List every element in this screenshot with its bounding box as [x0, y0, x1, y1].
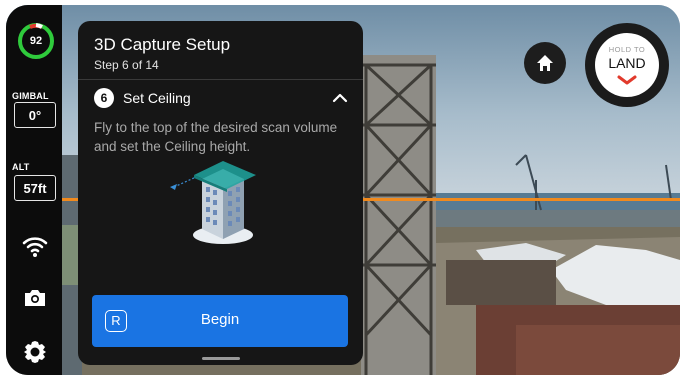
left-rail: 92 GIMBAL 0° ALT 57ft [6, 5, 62, 375]
step-title: Set Ceiling [123, 90, 191, 106]
divider [78, 79, 363, 80]
drone-ui-screen: 92 GIMBAL 0° ALT 57ft 3D Capture Setup S… [6, 5, 680, 375]
gimbal-label: GIMBAL [12, 91, 49, 101]
land-label: LAND [608, 55, 646, 71]
battery-indicator: 92 [16, 21, 56, 61]
capture-setup-panel: 3D Capture Setup Step 6 of 14 6 Set Ceil… [78, 21, 363, 365]
step-description: Fly to the top of the desired scan volum… [94, 120, 338, 154]
land-inner: HOLD TO LAND [595, 33, 659, 97]
begin-label: Begin [200, 311, 240, 328]
building-ceiling-icon [170, 161, 256, 244]
step-progress: Step 6 of 14 [94, 58, 159, 72]
gear-icon[interactable] [22, 339, 48, 365]
camera-icon[interactable] [22, 285, 48, 311]
gimbal-value[interactable]: 0° [14, 102, 56, 128]
alt-value[interactable]: 57ft [14, 175, 56, 201]
chevron-down-icon [617, 75, 637, 85]
alt-label: ALT [12, 162, 30, 172]
panel-title: 3D Capture Setup [94, 35, 231, 54]
home-button[interactable] [524, 42, 566, 84]
panel-drag-handle[interactable] [202, 357, 240, 360]
chevron-up-icon[interactable] [331, 91, 349, 105]
hold-to-label: HOLD TO [608, 45, 646, 54]
wifi-icon[interactable] [22, 233, 48, 259]
hold-to-land-button[interactable]: HOLD TO LAND [585, 23, 669, 107]
step-number-badge: 6 [94, 88, 114, 108]
home-icon [537, 55, 553, 71]
battery-percent: 92 [29, 35, 43, 47]
begin-button[interactable]: R Begin [92, 295, 348, 347]
